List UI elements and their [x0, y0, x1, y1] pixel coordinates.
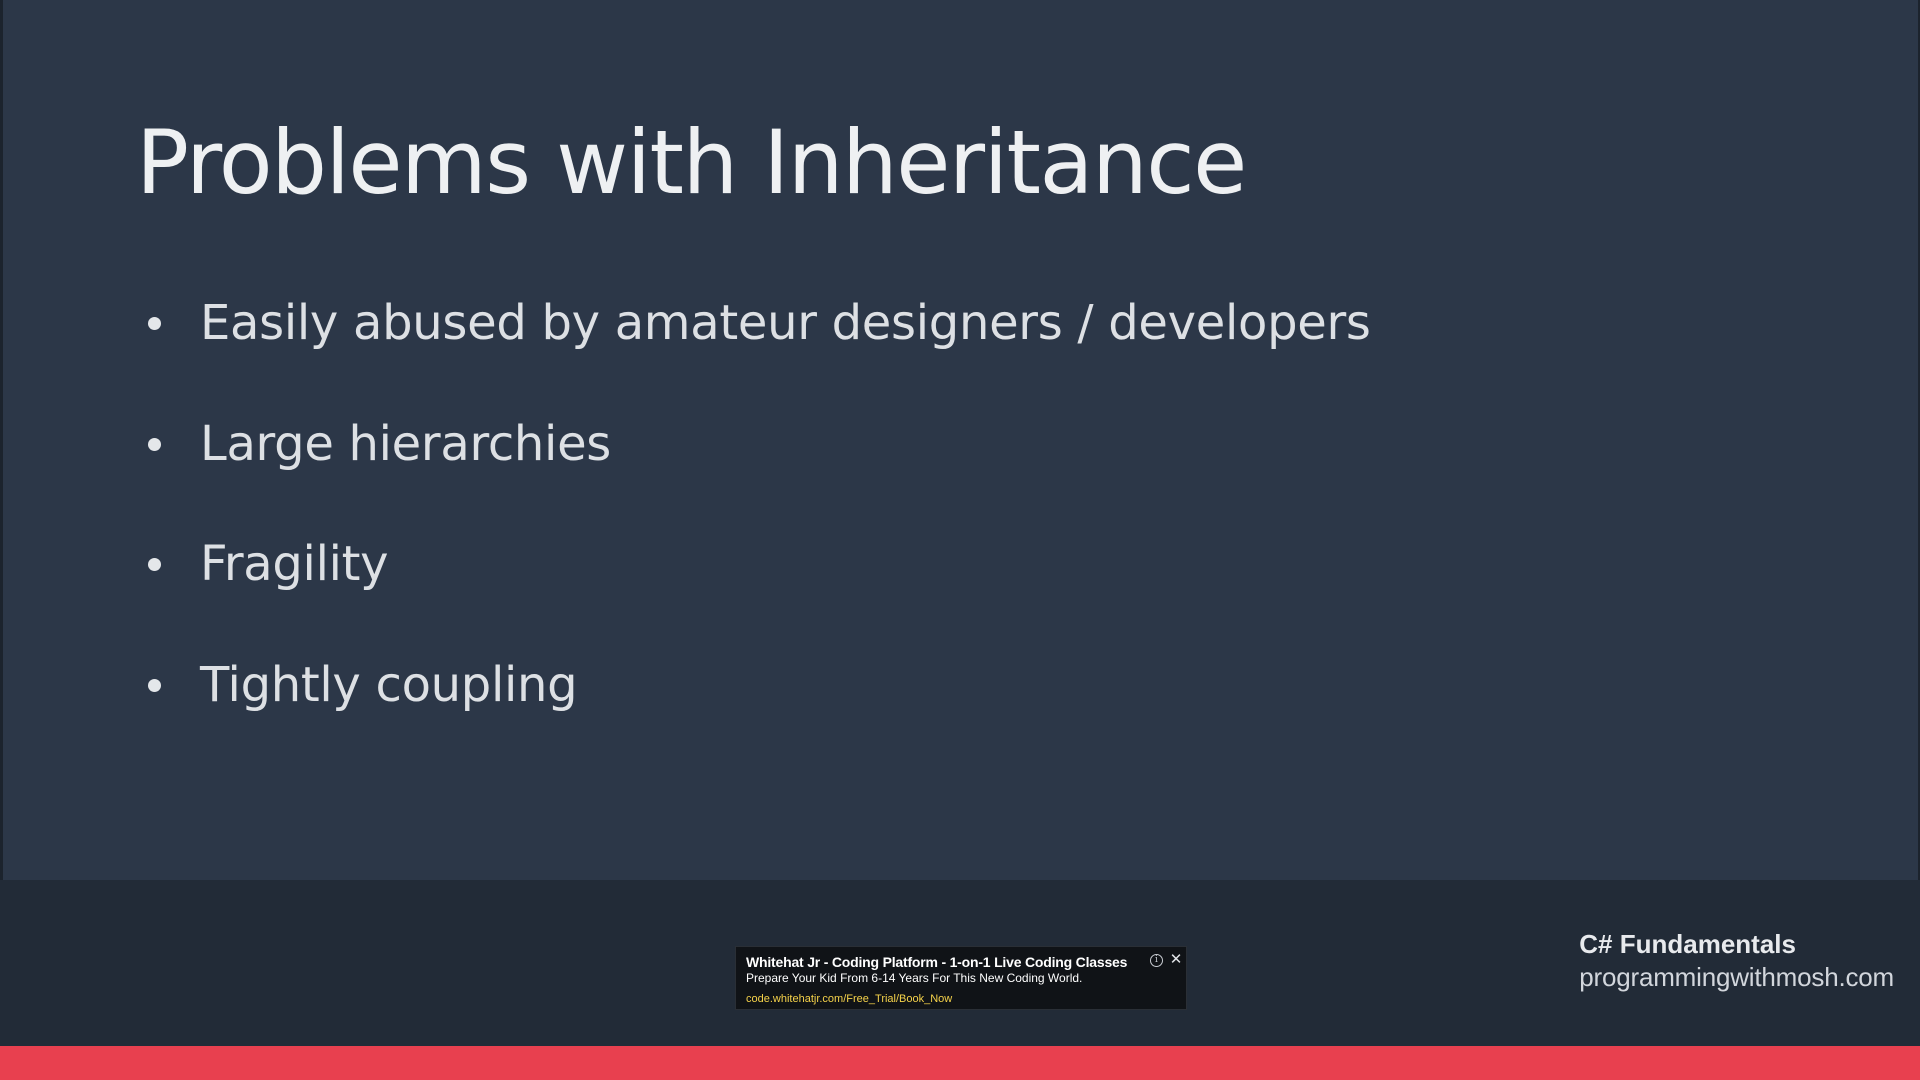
accent-bar — [0, 1046, 1920, 1080]
bullet-dot-icon — [148, 678, 161, 692]
close-icon[interactable]: ✕ — [1168, 951, 1184, 967]
bullet-item: Fragility — [148, 531, 1371, 652]
info-icon[interactable]: i — [1150, 954, 1163, 967]
bullet-text: Fragility — [200, 536, 389, 592]
bullet-item: Easily abused by amateur designers / dev… — [148, 290, 1371, 411]
video-frame[interactable]: Problems with Inheritance Easily abused … — [0, 0, 1920, 1080]
bullet-text: Easily abused by amateur designers / dev… — [200, 295, 1371, 351]
bullet-dot-icon — [148, 558, 161, 571]
bullet-text: Large hierarchies — [200, 415, 612, 472]
bullet-text: Tightly coupling — [200, 656, 578, 713]
ad-description[interactable]: Prepare Your Kid From 6-14 Years For Thi… — [746, 971, 1082, 985]
bullet-item: Tightly coupling — [148, 652, 1371, 773]
video-ad-overlay[interactable]: Whitehat Jr - Coding Platform - 1-on-1 L… — [735, 946, 1187, 1010]
ad-url-link[interactable]: code.whitehatjr.com/Free_Trial/Book_Now — [746, 993, 952, 1005]
bullet-list: Easily abused by amateur designers / dev… — [148, 290, 1371, 772]
course-branding: C# Fundamentals programmingwithmosh.com — [1579, 928, 1894, 994]
bullet-dot-icon — [148, 317, 161, 330]
bullet-item: Large hierarchies — [148, 411, 1371, 532]
slide-title: Problems with Inheritance — [136, 111, 1247, 214]
course-website: programmingwithmosh.com — [1579, 962, 1894, 992]
course-title: C# Fundamentals — [1579, 929, 1796, 959]
bullet-dot-icon — [148, 437, 161, 451]
ad-headline[interactable]: Whitehat Jr - Coding Platform - 1-on-1 L… — [746, 954, 1127, 970]
